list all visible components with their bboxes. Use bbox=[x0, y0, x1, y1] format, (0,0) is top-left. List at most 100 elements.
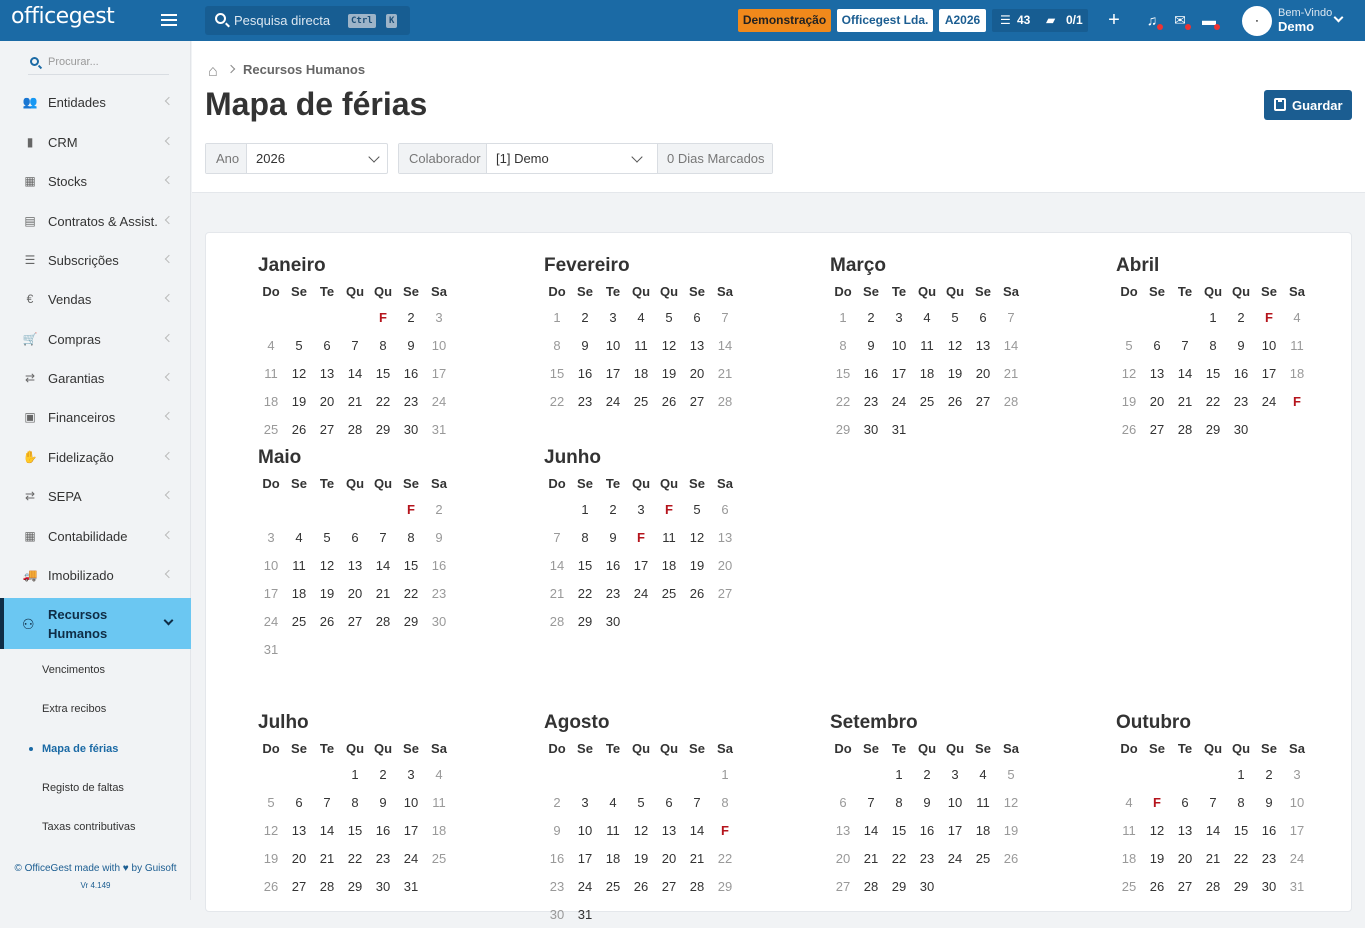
day-cell[interactable]: 28 bbox=[1199, 872, 1227, 900]
day-cell[interactable]: 12 bbox=[997, 788, 1025, 816]
day-cell[interactable]: 30 bbox=[599, 607, 627, 635]
day-cell[interactable]: 9 bbox=[369, 788, 397, 816]
day-cell[interactable]: 12 bbox=[655, 331, 683, 359]
day-cell[interactable]: 22 bbox=[885, 844, 913, 872]
day-cell[interactable]: 1 bbox=[1199, 303, 1227, 331]
menu-toggle-icon[interactable] bbox=[161, 14, 177, 26]
day-cell[interactable]: 10 bbox=[397, 788, 425, 816]
day-cell[interactable]: 29 bbox=[829, 415, 857, 443]
day-cell[interactable]: 17 bbox=[425, 359, 453, 387]
day-cell[interactable]: 10 bbox=[571, 816, 599, 844]
day-cell[interactable]: 8 bbox=[711, 788, 739, 816]
sidebar-item-garantias[interactable]: ⇄ Garantias bbox=[0, 359, 191, 398]
day-cell[interactable]: 9 bbox=[1227, 331, 1255, 359]
add-icon[interactable]: + bbox=[1105, 10, 1123, 30]
sidebar-item-compras[interactable]: 🛒 Compras bbox=[0, 320, 191, 359]
day-cell[interactable]: 4 bbox=[285, 523, 313, 551]
home-icon[interactable]: ⌂ bbox=[208, 63, 222, 80]
day-cell[interactable]: 19 bbox=[655, 359, 683, 387]
day-cell[interactable]: 21 bbox=[1171, 387, 1199, 415]
day-cell[interactable]: 21 bbox=[711, 359, 739, 387]
day-cell[interactable]: 29 bbox=[711, 872, 739, 900]
day-cell[interactable]: 13 bbox=[1171, 816, 1199, 844]
day-cell[interactable]: 13 bbox=[285, 816, 313, 844]
sidebar-item-contabilidade[interactable]: ▦ Contabilidade bbox=[0, 517, 191, 556]
day-cell[interactable]: 2 bbox=[599, 495, 627, 523]
sidebar-item-fideliza-o[interactable]: ✋ Fidelização bbox=[0, 438, 191, 477]
day-cell[interactable]: 20 bbox=[829, 844, 857, 872]
day-cell[interactable]: 30 bbox=[397, 415, 425, 443]
day-cell[interactable]: 4 bbox=[1115, 788, 1143, 816]
sidebar-item-imobilizado[interactable]: 🚚 Imobilizado bbox=[0, 556, 191, 595]
day-cell[interactable]: 3 bbox=[571, 788, 599, 816]
day-cell[interactable]: 26 bbox=[1115, 415, 1143, 443]
day-cell[interactable]: 11 bbox=[655, 523, 683, 551]
day-cell[interactable]: 11 bbox=[1283, 331, 1311, 359]
day-cell[interactable]: 8 bbox=[1227, 788, 1255, 816]
day-cell[interactable]: 20 bbox=[341, 579, 369, 607]
day-cell[interactable]: 25 bbox=[969, 844, 997, 872]
demo-badge[interactable]: Demonstração bbox=[738, 9, 831, 32]
day-cell[interactable]: 8 bbox=[829, 331, 857, 359]
day-cell[interactable]: 6 bbox=[1143, 331, 1171, 359]
day-cell[interactable]: 26 bbox=[285, 415, 313, 443]
day-cell[interactable]: 4 bbox=[599, 788, 627, 816]
day-cell[interactable]: 28 bbox=[341, 415, 369, 443]
day-cell[interactable]: 24 bbox=[1255, 387, 1283, 415]
year-selector[interactable]: A2026 bbox=[939, 9, 986, 32]
day-cell[interactable]: 20 bbox=[1143, 387, 1171, 415]
day-cell[interactable]: 15 bbox=[341, 816, 369, 844]
day-cell[interactable]: 20 bbox=[1171, 844, 1199, 872]
day-cell[interactable]: 6 bbox=[341, 523, 369, 551]
day-cell[interactable]: 17 bbox=[397, 816, 425, 844]
day-cell[interactable]: 1 bbox=[829, 303, 857, 331]
day-cell[interactable]: 13 bbox=[829, 816, 857, 844]
company-selector[interactable]: Officegest Lda. bbox=[837, 9, 933, 32]
holiday-cell[interactable]: F bbox=[1283, 387, 1311, 415]
day-cell[interactable]: 20 bbox=[285, 844, 313, 872]
day-cell[interactable]: 2 bbox=[425, 495, 453, 523]
day-cell[interactable]: 17 bbox=[627, 551, 655, 579]
day-cell[interactable]: 23 bbox=[857, 387, 885, 415]
day-cell[interactable]: 29 bbox=[369, 415, 397, 443]
sidebar-item-sepa[interactable]: ⇄ SEPA bbox=[0, 477, 191, 516]
day-cell[interactable]: 2 bbox=[543, 788, 571, 816]
day-cell[interactable]: 3 bbox=[941, 760, 969, 788]
day-cell[interactable]: 23 bbox=[599, 579, 627, 607]
day-cell[interactable]: 19 bbox=[997, 816, 1025, 844]
breadcrumb[interactable]: Recursos Humanos bbox=[243, 62, 365, 77]
sidebar-subitem-mapa-ferias[interactable]: Mapa de férias bbox=[42, 743, 118, 755]
day-cell[interactable]: 21 bbox=[857, 844, 885, 872]
sidebar-item-contratos-assist[interactable]: ▤ Contratos & Assist. bbox=[0, 202, 191, 241]
day-cell[interactable]: 11 bbox=[969, 788, 997, 816]
day-cell[interactable]: 6 bbox=[1171, 788, 1199, 816]
day-cell[interactable]: 3 bbox=[257, 523, 285, 551]
day-cell[interactable]: 6 bbox=[711, 495, 739, 523]
day-cell[interactable]: 1 bbox=[711, 760, 739, 788]
day-cell[interactable]: 15 bbox=[369, 359, 397, 387]
day-cell[interactable]: 29 bbox=[341, 872, 369, 900]
day-cell[interactable]: 8 bbox=[543, 331, 571, 359]
day-cell[interactable]: 7 bbox=[313, 788, 341, 816]
day-cell[interactable]: 25 bbox=[913, 387, 941, 415]
holiday-cell[interactable]: F bbox=[655, 495, 683, 523]
sidebar-subitem-registo-faltas[interactable]: Registo de faltas bbox=[42, 782, 124, 794]
day-cell[interactable]: 17 bbox=[257, 579, 285, 607]
day-cell[interactable]: 5 bbox=[285, 331, 313, 359]
day-cell[interactable]: 19 bbox=[313, 579, 341, 607]
day-cell[interactable]: 23 bbox=[397, 387, 425, 415]
day-cell[interactable]: 14 bbox=[369, 551, 397, 579]
day-cell[interactable]: 1 bbox=[885, 760, 913, 788]
day-cell[interactable]: 31 bbox=[425, 415, 453, 443]
day-cell[interactable]: 22 bbox=[543, 387, 571, 415]
day-cell[interactable]: 21 bbox=[543, 579, 571, 607]
day-cell[interactable]: 2 bbox=[369, 760, 397, 788]
day-cell[interactable]: 10 bbox=[885, 331, 913, 359]
day-cell[interactable]: 30 bbox=[857, 415, 885, 443]
day-cell[interactable]: 22 bbox=[1227, 844, 1255, 872]
day-cell[interactable]: 8 bbox=[397, 523, 425, 551]
day-cell[interactable]: 23 bbox=[913, 844, 941, 872]
day-cell[interactable]: 2 bbox=[857, 303, 885, 331]
year-select[interactable]: Ano 2026 bbox=[205, 143, 388, 174]
day-cell[interactable]: 12 bbox=[941, 331, 969, 359]
